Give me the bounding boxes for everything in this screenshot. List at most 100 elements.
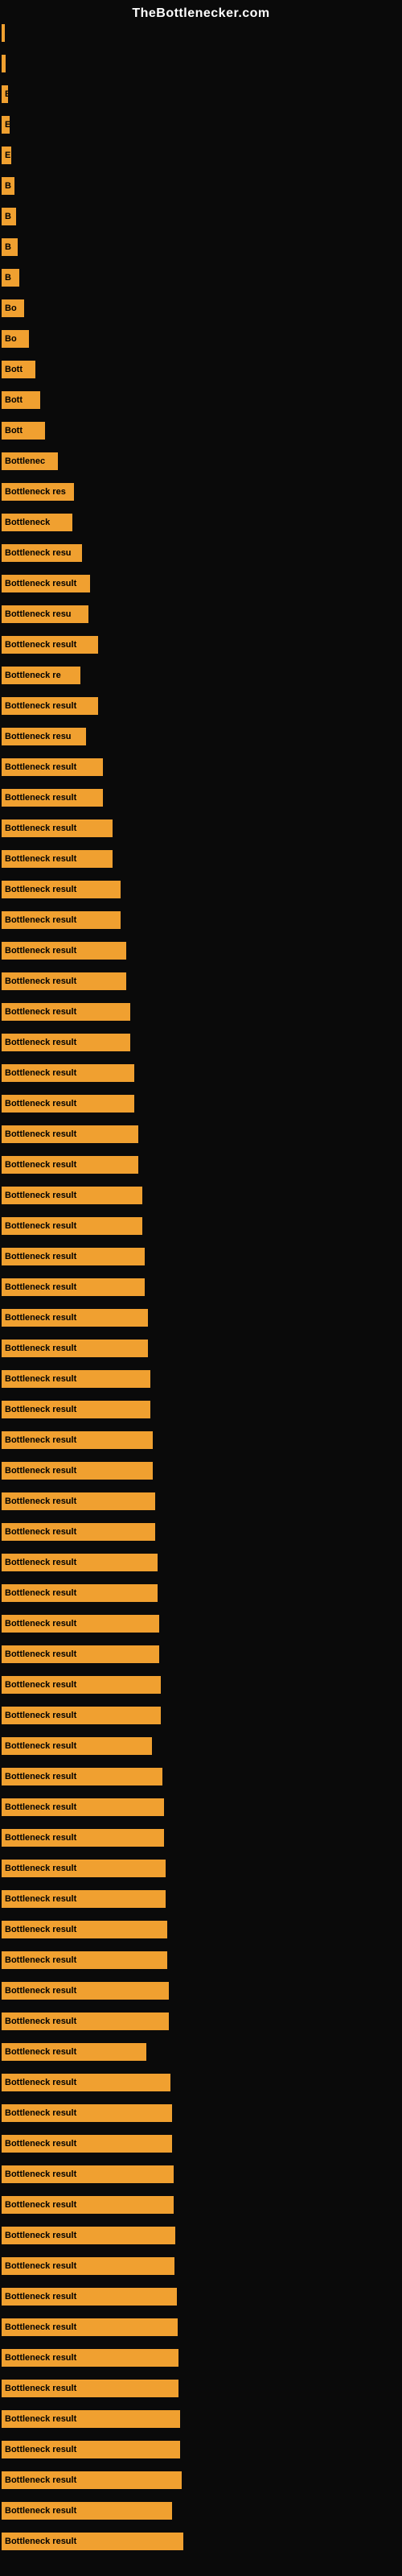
bar: Bottleneck result: [2, 1554, 158, 1571]
bar-row: Bottleneck result: [2, 1064, 134, 1082]
bar-row: Bottleneck result: [2, 2135, 172, 2153]
bar-row: B: [2, 269, 19, 287]
bar: Bottleneck result: [2, 1340, 148, 1357]
bar-row: Bottleneck result: [2, 2533, 183, 2550]
bar-row: E: [2, 85, 8, 103]
bar-row: Bottleneck result: [2, 2074, 170, 2091]
bar: Bo: [2, 330, 29, 348]
bar: [2, 55, 6, 72]
bar: Bottleneck result: [2, 697, 98, 715]
bar-row: Bottleneck result: [2, 1492, 155, 1510]
bar-row: Bottleneck resu: [2, 605, 88, 623]
bar-row: Bottleneck res: [2, 483, 74, 501]
bar: Bottleneck result: [2, 1829, 164, 1847]
bar: Bottleneck result: [2, 881, 121, 898]
bar: Bott: [2, 422, 45, 440]
bar: Bottleneck result: [2, 2288, 177, 2306]
bar-row: Bottleneck result: [2, 850, 113, 868]
bar: Bottleneck resu: [2, 605, 88, 623]
bar-row: Bottleneck result: [2, 1798, 164, 1816]
bar-row: Bottleneck result: [2, 758, 103, 776]
bar: Bottleneck result: [2, 2165, 174, 2183]
bar: Bottleneck re: [2, 667, 80, 684]
bar: Bottleneck result: [2, 1278, 145, 1296]
bar: Bottleneck result: [2, 942, 126, 960]
bar-row: Bottleneck result: [2, 819, 113, 837]
bar-row: Bottleneck result: [2, 1125, 138, 1143]
bar-row: Bottleneck result: [2, 2104, 172, 2122]
bar: Bottleneck result: [2, 1156, 138, 1174]
bar: Bottleneck result: [2, 1768, 162, 1785]
bar: Bottleneck result: [2, 1921, 167, 1938]
bar-row: Bottleneck result: [2, 1523, 155, 1541]
bar: B: [2, 208, 16, 225]
bar-row: [2, 55, 6, 72]
bar: Bottleneck result: [2, 1401, 150, 1418]
bar: Bottleneck result: [2, 758, 103, 776]
bar-row: Bottleneck result: [2, 636, 98, 654]
bar-row: B: [2, 208, 16, 225]
bar-row: Bottleneck resu: [2, 728, 86, 745]
bar-row: Bottleneck result: [2, 2288, 177, 2306]
bar: [2, 24, 5, 42]
bar: Bottleneck result: [2, 789, 103, 807]
bar-row: Bottleneck result: [2, 1462, 153, 1480]
bar: Bottleneck result: [2, 1860, 166, 1877]
bar: Bottleneck result: [2, 1125, 138, 1143]
bar: Bottleneck resu: [2, 544, 82, 562]
bar: Bottleneck result: [2, 1951, 167, 1969]
bar: Bottleneck result: [2, 1584, 158, 1602]
bar: Bottleneck result: [2, 2196, 174, 2214]
bar: Bottleneck result: [2, 2380, 178, 2397]
bar: E: [2, 116, 10, 134]
bar: Bottleneck result: [2, 2135, 172, 2153]
bar: Bottleneck result: [2, 1248, 145, 1265]
bar-row: Bottleneck result: [2, 2410, 180, 2428]
bar-row: Bo: [2, 299, 24, 317]
bar-row: Bottleneck result: [2, 1034, 130, 1051]
bar: Bottleneck result: [2, 2441, 180, 2458]
bar: Bottleneck result: [2, 2013, 169, 2030]
bar-row: Bott: [2, 361, 35, 378]
bar: Bottleneck result: [2, 1095, 134, 1113]
bar: Bott: [2, 361, 35, 378]
bar-row: [2, 24, 5, 42]
bar: Bottleneck result: [2, 1890, 166, 1908]
bar: Bottleneck result: [2, 2043, 146, 2061]
bar-row: Bottleneck resu: [2, 544, 82, 562]
bar: Bottleneck result: [2, 1462, 153, 1480]
bar: Bottleneck res: [2, 483, 74, 501]
bar-row: Bottleneck result: [2, 942, 126, 960]
bar-row: Bottleneck result: [2, 1737, 152, 1755]
bar-row: Bottleneck: [2, 514, 72, 531]
bar-row: Bottleneck result: [2, 1340, 148, 1357]
bar: Bottleneck result: [2, 1492, 155, 1510]
bar: Bottleneck result: [2, 2074, 170, 2091]
bar-row: Bottleneck result: [2, 1584, 158, 1602]
bar: Bottleneck result: [2, 1982, 169, 2000]
chart-area: TheBottlenecker.com EEEBBBBBoBoBottBottB…: [0, 0, 402, 2576]
bar-row: Bottleneck result: [2, 1554, 158, 1571]
bar: Bott: [2, 391, 40, 409]
bar: Bottleneck result: [2, 850, 113, 868]
bar-row: Bottleneck result: [2, 1309, 148, 1327]
bar: B: [2, 269, 19, 287]
bar-row: Bottleneck result: [2, 2380, 178, 2397]
bar-row: Bottleneck result: [2, 911, 121, 929]
bar: Bottleneck resu: [2, 728, 86, 745]
bar-row: Bottleneck result: [2, 1645, 159, 1663]
bar-row: Bottleneck result: [2, 1095, 134, 1113]
bar-row: Bottleneck result: [2, 972, 126, 990]
bar-row: Bottleneck result: [2, 1676, 161, 1694]
bar-row: B: [2, 238, 18, 256]
bar: Bottleneck result: [2, 2410, 180, 2428]
bar-row: Bottleneck result: [2, 2257, 174, 2275]
bar-row: Bottleneck result: [2, 1401, 150, 1418]
bar: E: [2, 147, 11, 164]
bar-row: Bottleneck result: [2, 1768, 162, 1785]
bar: Bo: [2, 299, 24, 317]
bar: E: [2, 85, 8, 103]
bar-row: Bottleneck result: [2, 2502, 172, 2520]
bar: Bottleneck result: [2, 1798, 164, 1816]
bar-row: Bottleneck result: [2, 881, 121, 898]
